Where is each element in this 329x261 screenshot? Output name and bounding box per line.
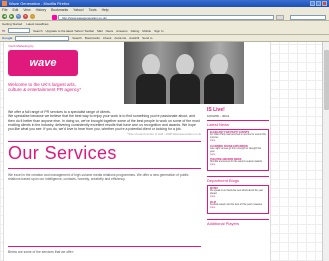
blog-desc: Festival season and the best of this yea…: [210, 203, 263, 206]
blog-more-link[interactable]: more: [210, 207, 266, 210]
firefox-icon: [2, 1, 7, 6]
intro-text: We offer a full range of PR services to …: [8, 110, 201, 137]
divider: [8, 168, 201, 169]
yahoo-toolbar: Y! Search Upgrade to the latest Yahoo! T…: [0, 27, 329, 35]
department-blogs-title: Department Blogs: [207, 176, 269, 183]
stop-button[interactable]: ✕: [23, 14, 28, 19]
google-toolbar: Google Search Bookmarks Check AutoLink A…: [0, 35, 329, 42]
blog-item[interactable]: FILM Festival season and the best of thi…: [210, 201, 266, 210]
sidebar: IS Live! 10/04/08 – 30/11 Latest News EL…: [207, 107, 269, 228]
vertical-scrollbar[interactable]: [322, 42, 329, 261]
yahoo-dating-button[interactable]: Dating: [131, 27, 140, 35]
photo-body-1: [136, 74, 166, 104]
sidebar-date: 10/04/08 – 30/11: [207, 114, 230, 118]
welcome-heading: Welcome to the UK's largest arts, cultur…: [8, 82, 82, 93]
search-box[interactable]: [290, 15, 326, 20]
photo-face-2: [176, 54, 194, 76]
google-check-button[interactable]: Check: [103, 35, 112, 42]
blog-more-link[interactable]: more: [210, 196, 266, 199]
yahoo-search-button[interactable]: Search: [33, 27, 43, 35]
blogs-box: MUSIC We speak to our favourite new arti…: [207, 185, 269, 214]
yahoo-logo: Y!: [2, 28, 5, 33]
home-button[interactable]: ⌂: [30, 14, 35, 19]
forward-button[interactable]: ▶: [9, 14, 14, 19]
google-logo: Google: [2, 35, 13, 40]
maximize-button[interactable]: [316, 1, 321, 6]
blog-item[interactable]: MUSIC We speak to our favourite new arti…: [210, 187, 266, 199]
news-more-link[interactable]: more: [210, 140, 266, 143]
yahoo-news-button[interactable]: News: [106, 27, 114, 35]
header-photo: [124, 42, 244, 104]
services-intro: Below are some of the services that we o…: [8, 250, 74, 254]
logo-tagline: Youth Marketing by: [8, 44, 34, 48]
address-bar[interactable]: http://www.wavegeneration.co.uk/: [58, 15, 274, 20]
photo-body-3: [204, 74, 234, 104]
minimize-button[interactable]: [310, 1, 315, 6]
close-button[interactable]: [322, 1, 327, 6]
news-more-link[interactable]: more: [210, 154, 266, 157]
news-item[interactable]: ELEEGANT FOR PARTY EVENTS Art Glitter Pa…: [210, 131, 266, 143]
yahoo-mobile-button[interactable]: Mobile: [142, 27, 151, 35]
scrollbar-thumb[interactable]: [324, 50, 329, 110]
sidebar-heading: IS Live!: [207, 107, 225, 113]
news-desc: Shortlist announced for the autumn seaso…: [210, 161, 263, 164]
google-bookmarks-button[interactable]: Bookmarks: [85, 35, 100, 42]
window-titlebar: Wave Generation - Mozilla Firefox: [0, 0, 329, 7]
news-item[interactable]: CLUBBING SCENE EXPANSION Late night venu…: [210, 145, 266, 157]
photo-face-3: [210, 54, 228, 76]
latest-news-box: ELEEGANT FOR PARTY EVENTS Art Glitter Pa…: [207, 129, 269, 172]
web-page: Youth Marketing by wave generation Welco…: [3, 42, 271, 261]
latest-news-title: Latest News: [207, 120, 269, 127]
news-more-link[interactable]: more: [210, 164, 266, 167]
google-sendto-button[interactable]: Send to: [142, 35, 152, 42]
reload-button[interactable]: ↻: [16, 14, 21, 19]
go-button-group: [276, 15, 284, 20]
yahoo-upgrade-link[interactable]: Upgrade to the latest Yahoo! Toolbar: [46, 27, 95, 35]
yahoo-mail-button[interactable]: Mail: [97, 27, 103, 35]
yahoo-answers-button[interactable]: Answers: [116, 27, 128, 35]
window-controls: [310, 1, 327, 6]
intro-footnote: *Size of team/number of staff - 2008 Wav…: [127, 132, 201, 137]
services-heading: Our Services: [8, 143, 117, 163]
divider: [8, 141, 201, 142]
additional-players-title: Additional Players: [207, 218, 269, 226]
divider: [8, 246, 201, 247]
photo-body-2: [170, 74, 200, 104]
intro-paragraph-2: We specialise because we believe that th…: [8, 114, 200, 132]
yahoo-search-input[interactable]: [8, 28, 30, 33]
yahoo-signin-button[interactable]: Sign In: [154, 27, 163, 35]
go-button[interactable]: [276, 15, 284, 20]
google-search-input[interactable]: [15, 35, 70, 41]
google-autolink-button[interactable]: AutoLink: [114, 35, 126, 42]
photo-face-1: [142, 54, 160, 76]
news-item[interactable]: THEATRE AWARDS NEWS Shortlist announced …: [210, 158, 266, 167]
window-title: Wave Generation - Mozilla Firefox: [9, 1, 70, 6]
services-text: We excel in the creation and management …: [8, 173, 189, 182]
back-button[interactable]: ◀: [2, 14, 7, 19]
site-logo[interactable]: wave generation: [8, 50, 78, 95]
site-favicon: [52, 15, 57, 20]
google-search-button[interactable]: Search: [72, 35, 82, 42]
google-autofill-button[interactable]: AutoFill: [129, 35, 139, 42]
